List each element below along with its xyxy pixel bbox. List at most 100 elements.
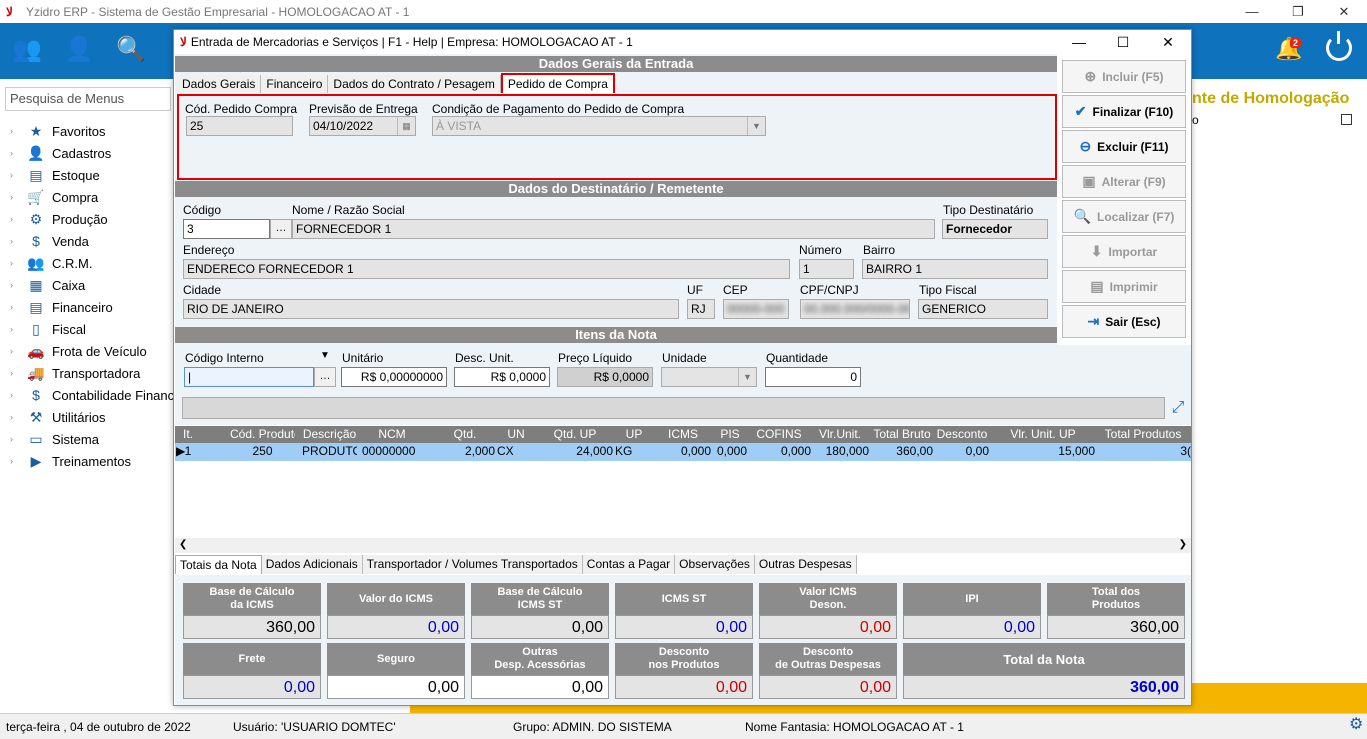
expand-icon[interactable]: › — [10, 258, 26, 268]
unidade-select[interactable]: ▼ — [661, 367, 757, 387]
importar-button[interactable]: ⬇ Importar — [1062, 235, 1186, 268]
unitario-input[interactable]: R$ 0,00000000 — [341, 367, 447, 387]
tab-financeiro[interactable]: Financeiro — [261, 75, 329, 93]
sidebar-item[interactable]: › 👤 Cadastros — [10, 142, 111, 164]
expand-icon[interactable]: › — [10, 324, 26, 334]
sidebar-item[interactable]: › ▯ Fiscal — [10, 318, 86, 340]
expand-icon[interactable]: ⤢ — [1168, 398, 1188, 418]
sair-button[interactable]: ⇥ Sair (Esc) — [1062, 305, 1186, 338]
finalizar-button[interactable]: ✔ Finalizar (F10) — [1062, 95, 1186, 128]
excluir-button[interactable]: ⊖ Excluir (F11) — [1062, 130, 1186, 163]
grid-header-cell[interactable]: COFINS — [747, 427, 811, 441]
sidebar-item[interactable]: › ▦ Caixa — [10, 274, 85, 296]
sidebar-item[interactable]: › 👥 C.R.M. — [10, 252, 92, 274]
sidebar-item[interactable]: › $ Venda — [10, 230, 89, 252]
grid-header-cell[interactable]: Total Produtos — [1095, 427, 1191, 441]
app-title: Yzidro ERP - Sistema de Gestão Empresari… — [26, 4, 410, 19]
dialog-close-button[interactable]: ✕ — [1145, 30, 1191, 54]
expand-icon[interactable]: › — [10, 280, 26, 290]
codigo-lookup-button[interactable]: … — [270, 219, 292, 239]
alterar-button[interactable]: ▣ Alterar (F9) — [1062, 165, 1186, 198]
expand-icon[interactable]: › — [10, 148, 26, 158]
expand-icon[interactable]: › — [10, 456, 26, 466]
expand-icon[interactable]: › — [10, 192, 26, 202]
cod-interno-dropdown-icon[interactable]: ▼ — [320, 350, 330, 361]
close-button[interactable]: ✕ — [1321, 0, 1367, 23]
search-doc-icon[interactable]: 🔍 — [114, 33, 148, 67]
grid-header-cell[interactable]: Total Bruto — [871, 427, 933, 441]
expand-icon[interactable]: › — [10, 346, 26, 356]
tab-transportador[interactable]: Transportador / Volumes Transportados — [362, 555, 583, 574]
grid-header-cell[interactable]: Qtd. — [435, 427, 495, 441]
cod-interno-input[interactable]: | — [184, 367, 314, 387]
grid-header-cell[interactable]: ICMS — [655, 427, 711, 441]
sidebar-item[interactable]: › 🚚 Transportadora — [10, 362, 140, 384]
sidebar-item[interactable]: › ▶ Treinamentos — [10, 450, 131, 472]
sidebar-item[interactable]: › ▭ Sistema — [10, 428, 99, 450]
dialog-minimize-button[interactable]: — — [1056, 30, 1102, 54]
localizar-button[interactable]: 🔍 Localizar (F7) — [1062, 200, 1186, 233]
incluir-button[interactable]: ⊕ Incluir (F5) — [1062, 60, 1186, 93]
tab-pedido-compra[interactable]: Pedido de Compra — [500, 73, 615, 93]
menu-search-input[interactable]: Pesquisa de Menus — [5, 87, 171, 111]
grid-header-cell[interactable]: It. — [179, 427, 197, 441]
grid-header-cell[interactable]: Descrição — [302, 427, 357, 441]
cond-pag-select[interactable]: À VISTA ▼ — [432, 116, 766, 136]
seguro-input[interactable]: 0,00 — [327, 675, 465, 699]
restore-button[interactable]: ❐ — [1275, 0, 1321, 23]
expand-icon[interactable]: › — [10, 412, 26, 422]
expand-icon[interactable]: › — [10, 126, 26, 136]
tab-contrato[interactable]: Dados do Contrato / Pesagem — [328, 75, 501, 93]
sidebar-item[interactable]: › ▤ Financeiro — [10, 296, 113, 318]
dialog-maximize-button[interactable]: ☐ — [1100, 30, 1146, 54]
expand-icon[interactable]: › — [10, 236, 26, 246]
sidebar-item[interactable]: › 🛒 Compra — [10, 186, 98, 208]
grid-header-cell[interactable]: NCM — [362, 427, 422, 441]
expand-icon[interactable]: › — [10, 434, 26, 444]
search-icon: 🔍 — [1073, 208, 1092, 224]
grid-header-cell[interactable]: UN — [497, 427, 535, 441]
minimize-button[interactable]: — — [1229, 0, 1275, 23]
expand-icon[interactable]: › — [10, 170, 26, 180]
quantidade-input[interactable]: 0 — [765, 367, 861, 387]
sidebar-item[interactable]: › ▤ Estoque — [10, 164, 100, 186]
prev-entrega-field[interactable]: 04/10/2022 ▦ — [309, 116, 416, 136]
grid-header-cell[interactable]: Cód. Produto — [230, 427, 295, 441]
calendar-icon[interactable]: ▦ — [397, 117, 415, 135]
imprimir-button[interactable]: ▤ Imprimir — [1062, 270, 1186, 303]
scroll-right-icon[interactable]: ❯ — [1179, 539, 1187, 550]
tab-dados-adicionais[interactable]: Dados Adicionais — [261, 555, 363, 574]
expand-icon[interactable]: › — [10, 390, 26, 400]
bg-checkbox[interactable] — [1341, 114, 1352, 125]
cod-interno-lookup-button[interactable]: … — [314, 367, 336, 387]
codigo-field[interactable]: 3 — [183, 219, 270, 239]
sidebar-item[interactable]: › $ Contabilidade Finance — [10, 384, 181, 406]
tab-dados-gerais[interactable]: Dados Gerais — [177, 75, 262, 93]
grid-header-cell[interactable]: Desconto — [935, 427, 989, 441]
tab-observacoes[interactable]: Observações — [675, 555, 755, 574]
desc-unit-input[interactable]: R$ 0,0000 — [454, 367, 550, 387]
sidebar-item[interactable]: › 🚗 Frota de Veículo — [10, 340, 147, 362]
gear-icon[interactable]: ⚙ — [1349, 714, 1363, 734]
users-icon[interactable]: 👥 — [10, 33, 44, 67]
sidebar-item[interactable]: › ⚒ Utilitários — [10, 406, 105, 428]
grid-hscrollbar[interactable]: ❮ ❯ — [175, 538, 1191, 553]
expand-icon[interactable]: › — [10, 302, 26, 312]
scroll-left-icon[interactable]: ❮ — [179, 539, 187, 550]
sidebar-item[interactable]: › ★ Favoritos — [10, 120, 105, 142]
table-row[interactable]: 1 250 PRODUTO 00000000 2,000 CX 24,000 KG 0,000 0… — [175, 443, 1191, 461]
tab-totais[interactable]: Totais da Nota — [175, 555, 262, 574]
grid-header-cell[interactable]: Qtd. UP — [537, 427, 613, 441]
expand-icon[interactable]: › — [10, 368, 26, 378]
tab-outras-despesas[interactable]: Outras Despesas — [754, 555, 857, 574]
grid-header-cell[interactable]: UP — [615, 427, 653, 441]
outras-desp-input[interactable]: 0,00 — [471, 675, 609, 699]
sidebar-item[interactable]: › ⚙ Produção — [10, 208, 108, 230]
expand-icon[interactable]: › — [10, 214, 26, 224]
grid-header-cell[interactable]: Vlr. Unit. UP — [991, 427, 1095, 441]
user-card-icon[interactable]: 👤 — [62, 33, 96, 67]
tab-contas-pagar[interactable]: Contas a Pagar — [582, 555, 676, 574]
grid-header-cell[interactable]: PIS — [713, 427, 747, 441]
power-icon[interactable] — [1326, 31, 1352, 61]
grid-header-cell[interactable]: Vlr.Unit. — [811, 427, 869, 441]
